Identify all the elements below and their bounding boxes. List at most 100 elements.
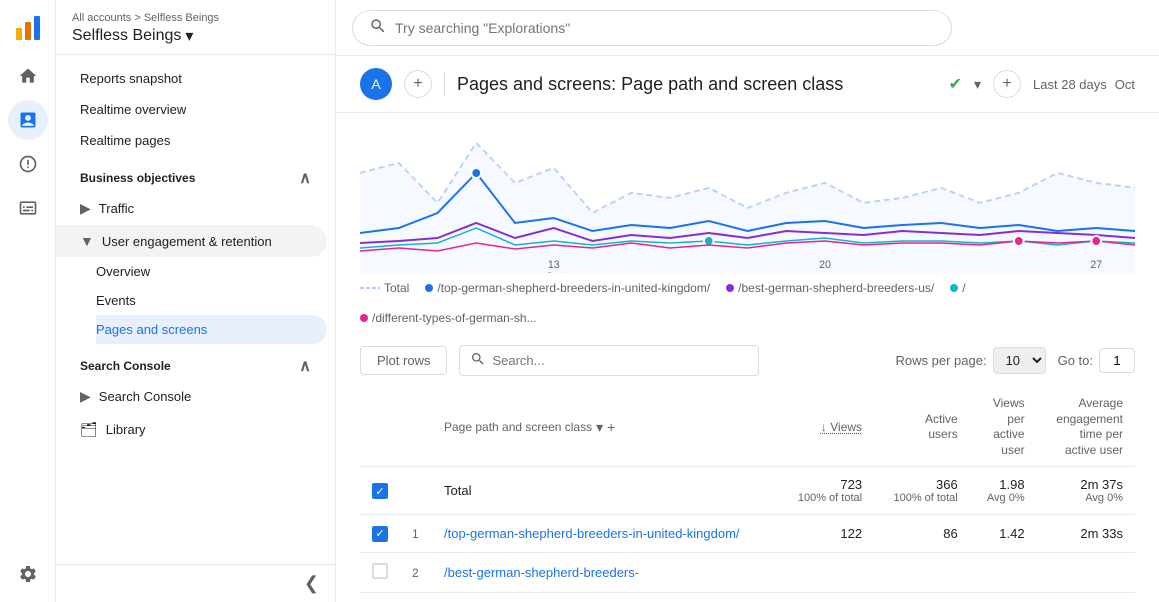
active-users-sub: 100% of total [886,492,958,504]
explore-icon[interactable] [8,144,48,184]
row-page-link[interactable]: /top-german-shepherd-breeders-in-united-… [444,526,740,541]
icon-rail [0,0,56,602]
section-business-objectives[interactable]: Business objectives ∧ [56,156,335,192]
legend-label: / [962,281,965,295]
row-avg-engagement-total: 2m 37s Avg 0% [1037,467,1135,515]
table-search-input[interactable] [492,353,748,368]
sidebar-item-library[interactable]: 🗂 Library [56,413,327,446]
home-icon[interactable] [8,56,48,96]
settings-icon[interactable] [8,554,48,594]
sidebar-item-label: Search Console [99,389,192,404]
col-active-users: Active users [874,388,970,467]
table-toolbar: Plot rows Rows per page: 10 25 50 [360,333,1135,388]
col-plus-icon[interactable]: + [607,419,615,435]
sidebar-item-events[interactable]: Events [96,286,327,315]
sidebar-header: All accounts > Selfless Beings Selfless … [56,0,335,55]
row-active-users-1: 86 [874,515,970,553]
checkbox-2[interactable] [372,563,388,579]
search-bar[interactable] [352,10,952,46]
section-search-console[interactable]: Search Console ∧ [56,344,335,380]
collapse-sidebar-btn[interactable]: ❮ [304,573,319,594]
sidebar-item-overview[interactable]: Overview [96,257,327,286]
row-number: 2 [412,566,419,580]
col-page-path-label: Page path and screen class [444,420,592,434]
checkbox-1[interactable] [372,526,388,542]
table-row: Total 723 100% of total 366 100% of tota… [360,467,1135,515]
edit-dropdown[interactable]: ▾ [974,76,981,93]
divider [444,72,445,96]
svg-text:20: 20 [819,259,831,271]
table-search[interactable] [459,345,759,376]
date-label: Oct [1115,77,1135,92]
advertising-icon[interactable] [8,188,48,228]
row-checkbox-total[interactable] [360,467,400,515]
legend-total[interactable]: Total [360,281,409,295]
legend-item-3[interactable]: / [950,281,965,295]
legend-item-1[interactable]: /top-german-shepherd-breeders-in-united-… [425,281,710,295]
views-per-user-sub: Avg 0% [982,492,1025,504]
sidebar-item-search-console[interactable]: ▶ Search Console [56,380,327,413]
account-breadcrumb: All accounts > Selfless Beings [72,12,319,24]
page-header: A + Pages and screens: Page path and scr… [336,56,1159,113]
legend-label: Total [384,281,409,295]
legend-label: /best-german-shepherd-breeders-us/ [738,281,934,295]
row-page-label: Total [444,483,766,498]
avg-engagement-value: 2m 37s [1049,477,1123,492]
row-active-users-2 [874,552,970,592]
row-checkbox-1[interactable] [360,515,400,553]
date-range-label: Last 28 days [1033,77,1107,92]
sidebar-item-pages-and-screens[interactable]: Pages and screens [96,315,327,344]
reports-icon[interactable] [8,100,48,140]
sidebar-item-reports-snapshot[interactable]: Reports snapshot [56,63,327,94]
views-per-user-value: 1.98 [982,477,1025,492]
date-range: Last 28 days Oct [1033,77,1135,92]
add-btn-header[interactable]: + [993,70,1021,98]
sidebar: All accounts > Selfless Beings Selfless … [56,0,336,602]
chevron-up-icon: ∧ [299,356,311,376]
expand-icon: ▶ [80,388,91,405]
analytics-logo[interactable] [8,8,48,48]
col-views[interactable]: ↓ Views [778,388,874,467]
user-engagement-subnav: Overview Events Pages and screens [56,257,335,344]
goto-label: Go to: [1058,353,1093,368]
sidebar-item-realtime-overview[interactable]: Realtime overview [56,94,327,125]
search-input[interactable] [395,20,935,36]
row-views-1: 122 [778,515,874,553]
chart-legend: Total /top-german-shepherd-breeders-in-u… [360,273,1135,333]
row-views-per-user-1: 1.42 [970,515,1037,553]
col-page-path[interactable]: Page path and screen class ▾ + [432,388,778,467]
sidebar-item-label: Events [96,293,136,308]
svg-text:13: 13 [548,259,560,271]
views-per-user-value: 1.42 [999,526,1024,541]
row-page-link[interactable]: /best-german-shepherd-breeders- [444,565,639,580]
legend-item-4[interactable]: /different-types-of-german-sh... [360,311,537,325]
chevron-up-icon: ∧ [299,168,311,188]
row-checkbox-2[interactable] [360,552,400,592]
sidebar-item-user-engagement[interactable]: ▼ User engagement & retention [56,225,327,257]
expand-icon: ▼ [80,233,94,249]
avatar[interactable]: A [360,68,392,100]
sidebar-item-traffic[interactable]: ▶ Traffic [56,192,327,225]
sidebar-item-label: Realtime pages [80,133,170,148]
col-add-icon[interactable]: ▾ [596,419,603,436]
legend-item-2[interactable]: /best-german-shepherd-breeders-us/ [726,281,934,295]
chart-area: 13 Oct 20 27 [360,113,1135,273]
sidebar-item-realtime-pages[interactable]: Realtime pages [56,125,327,156]
sidebar-item-label: Pages and screens [96,322,207,337]
row-page-1: /top-german-shepherd-breeders-in-united-… [432,515,778,553]
goto-input[interactable] [1099,348,1135,373]
rows-per-page-select[interactable]: 10 25 50 [993,347,1046,374]
table-row: 2 /best-german-shepherd-breeders- [360,552,1135,592]
content-area: A + Pages and screens: Page path and scr… [336,56,1159,602]
chart-svg: 13 Oct 20 27 [360,113,1135,273]
account-name[interactable]: Selfless Beings ▾ [72,26,319,46]
row-views-per-user-total: 1.98 Avg 0% [970,467,1037,515]
account-dropdown-arrow[interactable]: ▾ [185,26,193,46]
views-sub: 100% of total [790,492,862,504]
checkbox-total[interactable] [372,483,388,499]
plot-rows-btn[interactable]: Plot rows [360,346,447,375]
row-active-users-total: 366 100% of total [874,467,970,515]
col-checkbox [360,388,400,467]
add-comparison-btn[interactable]: + [404,70,432,98]
col-num [400,388,432,467]
